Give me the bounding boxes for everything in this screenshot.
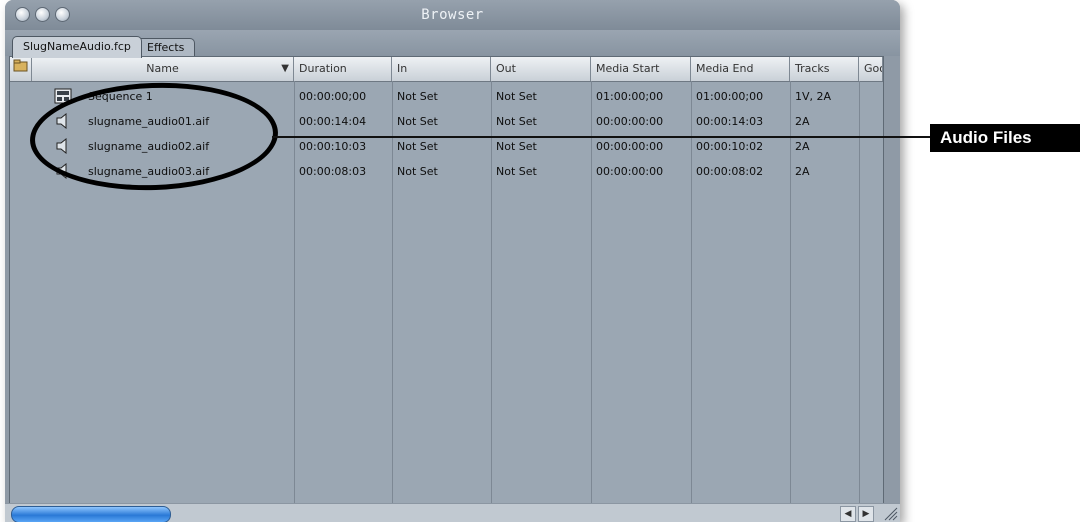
row-duration: 00:00:00;00 — [299, 90, 367, 103]
row-tracks: 2A — [795, 115, 810, 128]
row-out: Not Set — [496, 90, 537, 103]
column-media-start[interactable]: Media Start — [591, 57, 691, 81]
column-duration[interactable]: Duration — [294, 57, 392, 81]
window-title: Browser — [421, 7, 484, 23]
row-in: Not Set — [397, 115, 438, 128]
tab-strip: SlugNameAudio.fcp Effects — [5, 30, 900, 58]
row-media-start: 00:00:00:00 — [596, 165, 664, 178]
scroll-thumb[interactable] — [11, 506, 171, 522]
column-media-end[interactable]: Media End — [691, 57, 790, 81]
column-name-label: Name — [146, 62, 179, 75]
row-media-end: 01:00:00;00 — [696, 90, 764, 103]
bin-header-icon[interactable] — [10, 57, 32, 81]
column-good[interactable]: Goo — [859, 57, 883, 81]
row-duration: 00:00:08:03 — [299, 165, 367, 178]
row-duration: 00:00:14:04 — [299, 115, 367, 128]
row-tracks: 2A — [795, 165, 810, 178]
tab-effects[interactable]: Effects — [136, 38, 196, 57]
scroll-right-icon[interactable]: ▶ — [858, 506, 874, 522]
title-bar[interactable]: Browser — [5, 0, 900, 31]
row-in: Not Set — [397, 165, 438, 178]
column-out[interactable]: Out — [491, 57, 591, 81]
row-media-end: 00:00:14:03 — [696, 115, 764, 128]
resize-grip-icon[interactable] — [879, 502, 899, 522]
row-media-end: 00:00:08:02 — [696, 165, 764, 178]
row-in: Not Set — [397, 90, 438, 103]
callout-label: Audio Files — [930, 124, 1080, 152]
row-out: Not Set — [496, 165, 537, 178]
scroll-left-icon[interactable]: ◀ — [840, 506, 856, 522]
sort-arrow-icon[interactable]: ▼ — [281, 57, 289, 81]
row-tracks: 1V, 2A — [795, 90, 832, 103]
column-in[interactable]: In — [392, 57, 491, 81]
callout-line — [272, 136, 930, 138]
row-media-start: 00:00:00:00 — [596, 115, 664, 128]
column-header: Name ▼ Duration In Out Media Start Media… — [10, 57, 883, 82]
row-out: Not Set — [496, 115, 537, 128]
column-name[interactable]: Name ▼ — [32, 57, 294, 81]
horizontal-scrollbar[interactable]: ◀ ▶ — [5, 503, 900, 522]
column-tracks[interactable]: Tracks — [790, 57, 859, 81]
row-media-start: 01:00:00;00 — [596, 90, 664, 103]
browser-window: Browser SlugNameAudio.fcp Effects Name ▼… — [5, 0, 900, 522]
tab-project[interactable]: SlugNameAudio.fcp — [12, 36, 142, 58]
